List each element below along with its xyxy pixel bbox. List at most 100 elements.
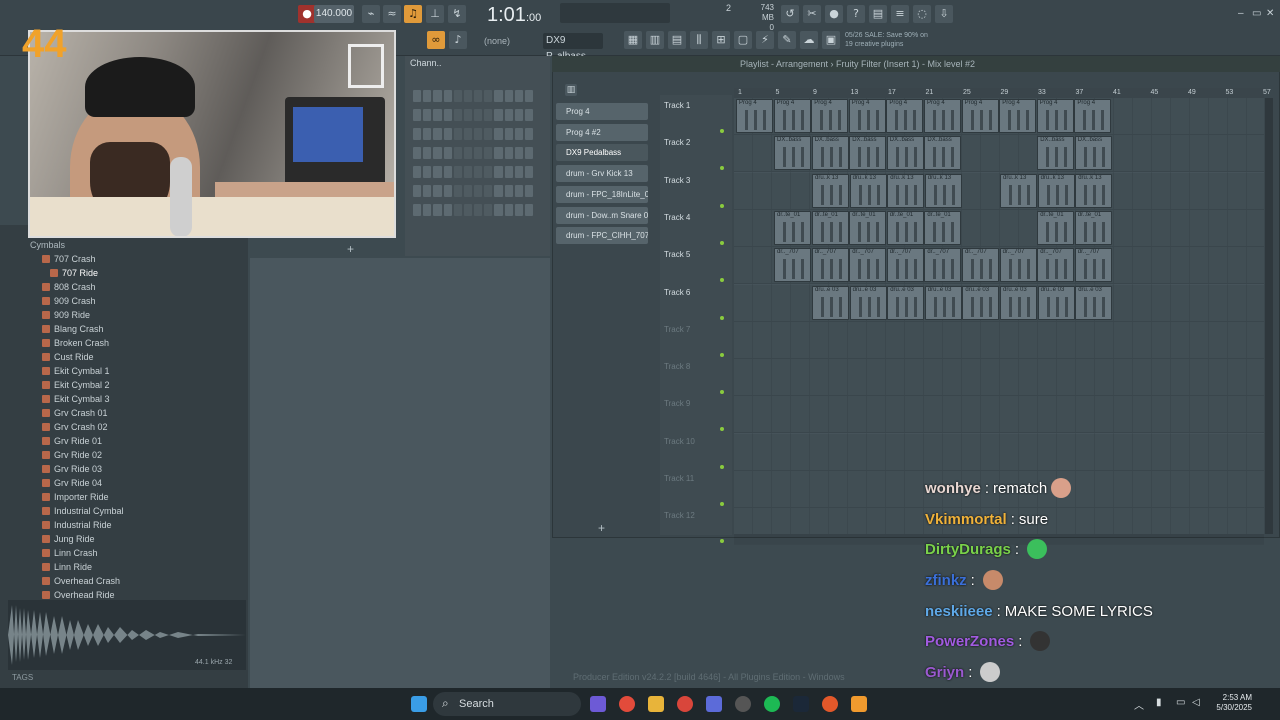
chat-username[interactable]: wonhye [925, 480, 981, 497]
pattern-clip[interactable]: DX..bass [849, 136, 887, 171]
channel-rack-title[interactable]: Chann.. [410, 58, 442, 68]
browser-icon[interactable]: ▢ [734, 31, 752, 49]
link-icon[interactable]: ∞ [427, 31, 445, 49]
piano-roll-icon[interactable]: ▥ [646, 31, 664, 49]
step-button[interactable] [413, 109, 422, 121]
pattern-clip[interactable]: dr.._707 [811, 248, 849, 283]
pattern-clip[interactable]: dr..te_01 [1037, 210, 1075, 245]
channel-rack-icon[interactable]: ▤ [668, 31, 686, 49]
metronome-icon[interactable]: ⊥ [426, 5, 444, 23]
step-button[interactable] [494, 109, 503, 121]
pattern-clip[interactable]: Prog 4 [961, 99, 999, 133]
chat-username[interactable]: DirtyDurags [925, 541, 1011, 558]
chat-username[interactable]: Vkimmortal [925, 511, 1007, 528]
file-explorer-icon[interactable] [648, 696, 664, 712]
step-button[interactable] [474, 109, 483, 121]
step-button[interactable] [463, 147, 473, 159]
step-button[interactable] [494, 90, 503, 102]
step-button[interactable] [504, 90, 513, 102]
pattern-clip[interactable]: DX..bass [924, 136, 962, 171]
track-name[interactable]: Track 7 [664, 325, 724, 334]
track-enable-led[interactable] [720, 502, 724, 506]
browser-folder[interactable]: Cymbals [30, 240, 65, 250]
step-button[interactable] [463, 90, 473, 102]
step-button[interactable] [423, 204, 432, 216]
pattern-clip[interactable]: dru..k 13 [887, 173, 925, 208]
browser-icon[interactable] [677, 696, 693, 712]
microphone-icon[interactable]: ● [825, 5, 843, 23]
taskbar-clock[interactable]: 2:53 AM 5/30/2025 [1208, 693, 1252, 713]
browser-item[interactable]: Ekit Cymbal 1 [42, 364, 110, 378]
step-button[interactable] [484, 109, 493, 121]
pattern-item[interactable]: drum - Grv Kick 13 [556, 165, 648, 183]
snap-select[interactable]: (none) [484, 34, 526, 48]
pencil-icon[interactable]: ✎ [778, 31, 796, 49]
chat-username[interactable]: Griyn [925, 664, 964, 681]
step-button[interactable] [474, 185, 483, 197]
step-button[interactable] [453, 147, 462, 159]
step-button[interactable] [524, 166, 534, 178]
track-name[interactable]: Track 5 [664, 250, 724, 259]
step-button[interactable] [463, 109, 473, 121]
step-button[interactable] [524, 204, 534, 216]
step-button[interactable] [463, 128, 473, 140]
step-button[interactable] [423, 128, 432, 140]
pattern-item[interactable]: DX9 Pedalbass [556, 144, 648, 162]
pattern-item[interactable]: drum - FPC_18InLite_01 [556, 185, 648, 203]
playlist-icon[interactable]: ▦ [624, 31, 642, 49]
blend-notes-icon[interactable]: ↯ [448, 5, 466, 23]
step-button[interactable] [453, 204, 462, 216]
pattern-clip[interactable]: dr.._707 [999, 248, 1037, 283]
track-name[interactable]: Track 11 [664, 474, 724, 483]
browser-item[interactable]: Grv Ride 02 [42, 448, 102, 462]
steam-icon[interactable] [793, 696, 809, 712]
tags-label[interactable]: TAGS [12, 673, 33, 682]
track-enable-led[interactable] [720, 240, 724, 245]
tempo-display[interactable]: 140.000 [314, 5, 354, 23]
step-button[interactable] [423, 185, 432, 197]
news-icon[interactable]: ▣ [822, 31, 840, 49]
pattern-clip[interactable]: dr.._707 [924, 248, 962, 283]
pattern-clip[interactable]: DX..bass [811, 136, 849, 171]
track-enable-led[interactable] [720, 352, 724, 357]
taskbar-search[interactable]: Search [433, 692, 581, 716]
track-lane[interactable] [734, 433, 1264, 471]
step-button[interactable] [433, 109, 442, 121]
step-button[interactable] [484, 185, 493, 197]
pattern-clip[interactable]: dru..e 03 [849, 285, 887, 320]
pattern-clip[interactable]: dru..e 03 [1037, 285, 1075, 320]
step-button[interactable] [463, 204, 473, 216]
browser-item[interactable]: Overhead Crash [42, 574, 120, 588]
pattern-clip[interactable]: Prog 4 [1074, 99, 1112, 133]
browser-item[interactable]: Grv Ride 04 [42, 476, 102, 490]
browser-item[interactable]: 707 Crash [42, 252, 96, 266]
track-lane[interactable] [734, 359, 1264, 397]
step-button[interactable] [443, 166, 452, 178]
bell-icon[interactable]: ♪ [449, 31, 467, 49]
step-button[interactable] [413, 185, 422, 197]
step-button[interactable] [433, 166, 442, 178]
step-button[interactable] [443, 147, 452, 159]
pattern-clip[interactable]: Prog 4 [1036, 99, 1074, 133]
step-button[interactable] [494, 128, 503, 140]
step-button[interactable] [453, 166, 462, 178]
browser-item[interactable]: Broken Crash [42, 336, 109, 350]
step-button[interactable] [474, 90, 483, 102]
step-button[interactable] [504, 147, 513, 159]
step-edit-icon[interactable]: ♫ [404, 5, 422, 23]
step-button[interactable] [413, 166, 422, 178]
pattern-clip[interactable]: dr..te_01 [811, 210, 849, 245]
step-button[interactable] [484, 128, 493, 140]
pattern-clip[interactable]: dr.._707 [1037, 248, 1075, 283]
browser-item[interactable]: 909 Crash [42, 294, 96, 308]
step-button[interactable] [423, 109, 432, 121]
step-button[interactable] [413, 204, 422, 216]
step-button[interactable] [453, 90, 462, 102]
song-position-panel[interactable] [560, 3, 670, 23]
pattern-clip[interactable]: Prog 4 [736, 99, 773, 133]
step-button[interactable] [524, 109, 534, 121]
browser-item[interactable]: 909 Ride [42, 308, 90, 322]
track-lane[interactable] [734, 321, 1264, 359]
step-button[interactable] [484, 147, 493, 159]
pattern-clip[interactable]: Prog 4 [886, 99, 924, 133]
